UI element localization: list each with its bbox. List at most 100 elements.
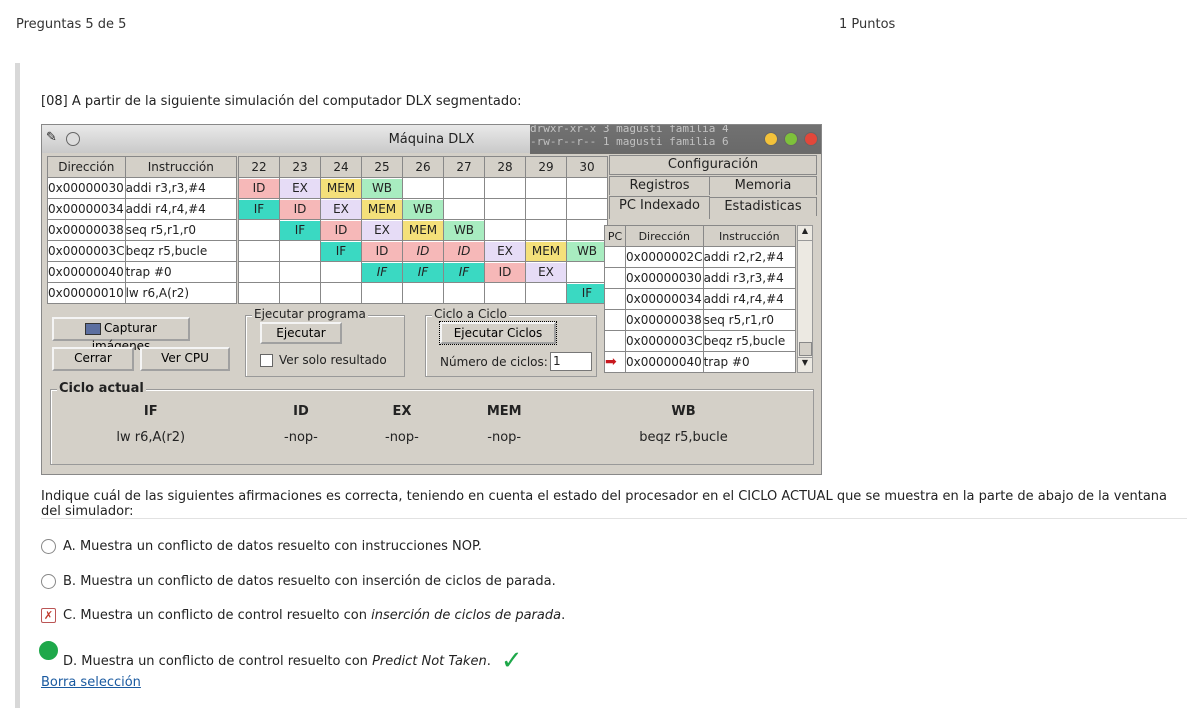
close-button[interactable]: Cerrar bbox=[52, 347, 134, 371]
pc-table-row: 0x00000038 seq r5,r1,r0 bbox=[604, 309, 797, 331]
scroll-up-icon[interactable]: ▲ bbox=[798, 226, 812, 241]
pc-table-scrollbar[interactable]: ▲ ▼ bbox=[797, 225, 813, 373]
current-stage-value: -nop- bbox=[385, 429, 419, 445]
cycle-header: 29 bbox=[525, 156, 567, 178]
pipeline-cell bbox=[443, 177, 485, 199]
tab-statistics[interactable]: Estadisticas bbox=[709, 197, 817, 216]
instruction-address: 0x00000034 bbox=[47, 198, 126, 220]
pipeline-cell bbox=[566, 177, 608, 199]
pipeline-cell bbox=[402, 177, 444, 199]
pc-marker: ➡ bbox=[604, 351, 626, 373]
tab-memory[interactable]: Memoria bbox=[709, 176, 817, 195]
pipeline-row: IF bbox=[238, 282, 608, 304]
pc-table-row: 0x00000034 addi r4,r4,#4 bbox=[604, 288, 797, 310]
pipeline-stage: ID bbox=[485, 262, 525, 282]
pipeline-cell: WB bbox=[361, 177, 403, 199]
pipeline-cell: ID bbox=[279, 198, 321, 220]
answer-label: C. Muestra un conflicto de control resue… bbox=[63, 608, 566, 623]
question-left-border bbox=[15, 63, 20, 708]
cycle-header: 25 bbox=[361, 156, 403, 178]
answer-text: Muestra un conflicto de control resuelto… bbox=[80, 608, 372, 623]
correct-answer-icon[interactable] bbox=[39, 641, 58, 660]
pipeline-cell: ID bbox=[361, 240, 403, 262]
num-cycles-input[interactable]: 1 bbox=[550, 352, 592, 371]
simulator-titlebar: ✎ drwxr-xr-x 3 magusti familia 4 -rw-r--… bbox=[42, 125, 821, 154]
execute-cycles-button[interactable]: Ejecutar Ciclos bbox=[439, 321, 557, 345]
col-header-pc: PC bbox=[604, 225, 626, 247]
answer-label: A. Muestra un conflicto de datos resuelt… bbox=[63, 539, 482, 554]
pipeline-stage: ID bbox=[321, 220, 361, 240]
answer-radio[interactable] bbox=[41, 574, 56, 589]
instruction-table: Dirección Instrucción 0x00000030 addi r3,… bbox=[47, 156, 238, 304]
pc-marker bbox=[604, 246, 626, 268]
pipeline-cell: MEM bbox=[402, 219, 444, 241]
pipeline-cell bbox=[279, 261, 321, 283]
scroll-down-icon[interactable]: ▼ bbox=[798, 357, 812, 372]
pipeline-cell: IF bbox=[320, 240, 362, 262]
pipeline-cell: IF bbox=[238, 198, 280, 220]
pipeline-cell bbox=[484, 198, 526, 220]
pipeline-row: ID EX MEM WB bbox=[238, 177, 608, 199]
pipeline-cell bbox=[566, 219, 608, 241]
pipeline-cell bbox=[443, 198, 485, 220]
pipeline-cell bbox=[238, 219, 280, 241]
instruction-address: 0x00000030 bbox=[47, 177, 126, 199]
pipeline-cell bbox=[279, 240, 321, 262]
pipeline-diagram: 22 23 24 25 26 27 28 29 30 ID EX MEM WB IF ID EX MEM WB I… bbox=[238, 156, 608, 304]
pc-marker bbox=[604, 288, 626, 310]
answer-radio[interactable] bbox=[41, 539, 56, 554]
only-result-checkbox[interactable] bbox=[260, 354, 273, 367]
pipeline-cell: EX bbox=[525, 261, 567, 283]
only-result-label: Ver solo resultado bbox=[279, 353, 387, 367]
instruction-address: 0x00000038 bbox=[47, 219, 126, 241]
execute-button[interactable]: Ejecutar bbox=[260, 322, 342, 344]
pipeline-cell bbox=[320, 282, 362, 304]
instruction-row: 0x00000040 trap #0 bbox=[47, 261, 238, 283]
scroll-thumb[interactable] bbox=[799, 342, 812, 356]
pipeline-cell bbox=[279, 282, 321, 304]
pipeline-stage: MEM bbox=[403, 220, 443, 240]
answer-text: Muestra un conflicto de datos resuelto c… bbox=[79, 539, 482, 554]
answer-letter: D. bbox=[63, 654, 78, 669]
pipeline-stage: EX bbox=[280, 178, 320, 198]
pipeline-cell: MEM bbox=[361, 198, 403, 220]
pipeline-stage: ID bbox=[280, 199, 320, 219]
pc-instruction: addi r3,r3,#4 bbox=[702, 267, 797, 289]
pipeline-cell bbox=[361, 282, 403, 304]
current-stage-name: WB bbox=[671, 403, 696, 419]
minimize-icon bbox=[764, 132, 778, 146]
answer-label: D. Muestra un conflicto de control resue… bbox=[63, 646, 523, 676]
pipeline-stage: MEM bbox=[321, 178, 361, 198]
pc-table-row: 0x00000030 addi r3,r3,#4 bbox=[604, 267, 797, 289]
pipeline-cell bbox=[525, 219, 567, 241]
pipeline-cell bbox=[525, 177, 567, 199]
view-cpu-button[interactable]: Ver CPU bbox=[140, 347, 230, 371]
pipeline-cell bbox=[525, 198, 567, 220]
answer-label: B. Muestra un conflicto de datos resuelt… bbox=[63, 574, 556, 589]
instruction-row: 0x0000003C beqz r5,bucle bbox=[47, 240, 238, 262]
pipeline-cell: ID bbox=[443, 240, 485, 262]
cycle-header: 30 bbox=[566, 156, 608, 178]
num-cycles-label: Número de ciclos: bbox=[440, 355, 548, 369]
capture-images-button[interactable]: Capturar imágenes bbox=[52, 317, 190, 353]
clear-selection-link[interactable]: Borra selección bbox=[41, 675, 141, 690]
pipeline-row: IF ID EX MEM WB bbox=[238, 198, 608, 220]
tab-configuration[interactable]: Configuración bbox=[609, 155, 817, 175]
pipeline-stage: IF bbox=[280, 220, 320, 240]
col-header-pc-address: Dirección bbox=[625, 225, 704, 247]
divider bbox=[41, 518, 1187, 519]
instruction-address: 0x00000040 bbox=[47, 261, 126, 283]
pipeline-cell: WB bbox=[402, 198, 444, 220]
cycle-by-cycle-group: Ciclo a Ciclo Ejecutar Ciclos Número de … bbox=[425, 307, 597, 377]
tab-registers[interactable]: Registros bbox=[609, 176, 710, 195]
pipeline-cell: EX bbox=[320, 198, 362, 220]
run-program-group: Ejecutar programa Ejecutar Ver solo resu… bbox=[245, 307, 405, 377]
pipeline-stage: MEM bbox=[526, 241, 566, 261]
cycle-header: 22 bbox=[238, 156, 280, 178]
current-stage-value: beqz r5,bucle bbox=[639, 429, 728, 445]
wrong-answer-icon[interactable]: ✗ bbox=[41, 608, 56, 623]
pipeline-cell: WB bbox=[566, 240, 608, 262]
tab-pc-indexed[interactable]: PC Indexado bbox=[609, 196, 710, 219]
pipeline-cell: ID bbox=[320, 219, 362, 241]
pc-address: 0x00000038 bbox=[625, 309, 704, 331]
